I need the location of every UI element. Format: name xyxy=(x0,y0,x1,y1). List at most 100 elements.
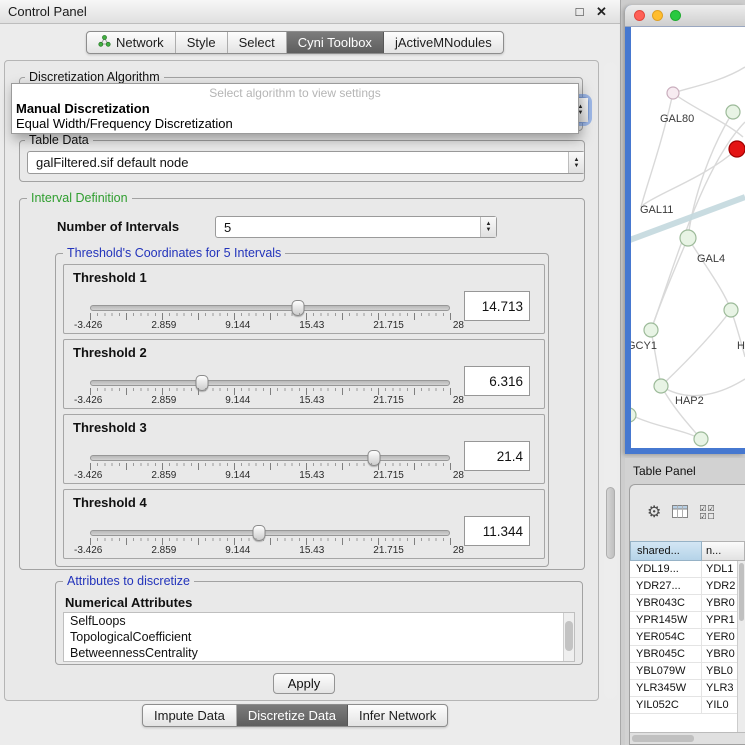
table-data-combobox[interactable]: galFiltered.sif default node ▲▼ xyxy=(27,151,585,174)
table-row[interactable]: YBR045C YBR0 xyxy=(630,646,737,663)
numerical-attributes-list[interactable]: SelfLoops TopologicalCoefficient Between… xyxy=(63,612,575,662)
cell[interactable]: YLR3 xyxy=(702,680,737,696)
apply-button[interactable]: Apply xyxy=(273,673,335,694)
scrollbar-thumb[interactable] xyxy=(632,735,694,742)
scale-tick-label: 21.715 xyxy=(373,320,404,331)
number-of-intervals-value: 5 xyxy=(216,220,480,235)
node[interactable] xyxy=(667,87,679,99)
combo-arrows-icon[interactable]: ▲▼ xyxy=(480,217,496,237)
gear-icon[interactable]: ⚙ xyxy=(647,505,661,521)
threshold-3-value-field[interactable]: 21.4 xyxy=(464,441,530,471)
table-vertical-scrollbar[interactable] xyxy=(737,561,745,732)
node[interactable] xyxy=(694,432,708,446)
table-row[interactable]: YDL19... YDL1 xyxy=(630,561,737,578)
table-row[interactable]: YDR27... YDR2 xyxy=(630,578,737,595)
threshold-3-slider[interactable] xyxy=(90,455,450,461)
table-body: YDL19... YDL1 YDR27... YDR2 YBR043C YBR0… xyxy=(630,561,737,732)
network-canvas[interactable]: GAL80 GAL11 GAL4 GCY1 HAP2 H xyxy=(631,27,745,448)
number-of-intervals-label: Number of Intervals xyxy=(57,219,179,234)
close-icon[interactable]: ✕ xyxy=(593,4,610,20)
node-label-clipped: H xyxy=(737,340,745,352)
tab-cyni-toolbox[interactable]: Cyni Toolbox xyxy=(287,32,384,53)
cell[interactable]: YBR0 xyxy=(702,646,737,662)
cell[interactable]: YER054C xyxy=(630,629,702,645)
close-traffic-light-icon[interactable] xyxy=(634,10,645,21)
cell[interactable]: YBR043C xyxy=(630,595,702,611)
dropdown-option-equal-width-frequency[interactable]: Equal Width/Frequency Discretization xyxy=(12,116,578,131)
table-row[interactable]: YIL052C YIL0 xyxy=(630,697,737,714)
table-horizontal-scrollbar[interactable] xyxy=(630,732,745,744)
dropdown-option-manual-discretization[interactable]: Manual Discretization xyxy=(12,101,578,116)
threshold-2-value-field[interactable]: 6.316 xyxy=(464,366,530,396)
table-row[interactable]: YBR043C YBR0 xyxy=(630,595,737,612)
threshold-1-value-field[interactable]: 14.713 xyxy=(464,291,530,321)
table-row[interactable]: YLR345W YLR3 xyxy=(630,680,737,697)
number-of-intervals-combobox[interactable]: 5 ▲▼ xyxy=(215,216,497,238)
selected-node[interactable] xyxy=(729,141,745,157)
tab-network[interactable]: Network xyxy=(87,32,176,53)
table-row[interactable]: YPR145W YPR1 xyxy=(630,612,737,629)
table-row[interactable]: YBL079W YBL0 xyxy=(630,663,737,680)
table-row[interactable]: YER054C YER0 xyxy=(630,629,737,646)
tab-style[interactable]: Style xyxy=(176,32,228,53)
zoom-traffic-light-icon[interactable] xyxy=(670,10,681,21)
threshold-1-slider[interactable] xyxy=(90,305,450,311)
column-header-shared-name[interactable]: shared... xyxy=(630,541,702,561)
scale-tick-label: 2.859 xyxy=(151,395,176,406)
threshold-2-slider[interactable] xyxy=(90,380,450,386)
cell[interactable]: YBR045C xyxy=(630,646,702,662)
tab-discretize-data[interactable]: Discretize Data xyxy=(237,705,348,726)
table-header-row: shared... n... xyxy=(630,541,745,561)
cell[interactable]: YBL079W xyxy=(630,663,702,679)
node[interactable] xyxy=(724,303,738,317)
attributes-list-scrollbar[interactable] xyxy=(563,613,574,661)
combo-arrows-icon[interactable]: ▲▼ xyxy=(568,152,584,173)
scale-tick-label: 28 xyxy=(453,470,464,481)
scale-tick-label: 15.43 xyxy=(299,545,324,556)
tab-infer-network[interactable]: Infer Network xyxy=(348,705,447,726)
list-item[interactable]: BetweennessCentrality xyxy=(64,645,574,661)
node[interactable] xyxy=(680,230,696,246)
cell[interactable]: YLR345W xyxy=(630,680,702,696)
node[interactable] xyxy=(654,379,668,393)
cell[interactable]: YDL19... xyxy=(630,561,702,577)
cell[interactable]: YBR0 xyxy=(702,595,737,611)
tab-select[interactable]: Select xyxy=(228,32,287,53)
cell[interactable]: YDR27... xyxy=(630,578,702,594)
threshold-4-slider[interactable] xyxy=(90,530,450,536)
select-columns-checkboxes-icon[interactable]: ☑☑☑☐ xyxy=(699,505,715,521)
cell[interactable]: YDR2 xyxy=(702,578,737,594)
cell[interactable]: YBL0 xyxy=(702,663,737,679)
node[interactable] xyxy=(644,323,658,337)
scrollbar-thumb[interactable] xyxy=(565,621,573,651)
tab-impute-data[interactable]: Impute Data xyxy=(143,705,237,726)
scale-tick-label: -3.426 xyxy=(74,470,102,481)
list-item[interactable]: SelfLoops xyxy=(64,613,574,629)
cell[interactable]: YPR145W xyxy=(630,612,702,628)
minimize-traffic-light-icon[interactable] xyxy=(652,10,663,21)
node[interactable] xyxy=(631,408,636,422)
scrollbar-thumb[interactable] xyxy=(739,563,744,621)
threshold-3-panel: Threshold 3 -3.426 2.859 9.144 15.43 21.… xyxy=(63,414,545,484)
tab-impute-data-label: Impute Data xyxy=(154,708,225,723)
scrollbar-thumb[interactable] xyxy=(606,487,615,559)
cell[interactable]: YER0 xyxy=(702,629,737,645)
control-panel-scrollbar[interactable] xyxy=(604,62,617,699)
table-data-combobox-value: galFiltered.sif default node xyxy=(28,155,568,170)
network-window-titlebar[interactable] xyxy=(625,5,745,27)
node[interactable] xyxy=(726,105,740,119)
tab-jactivemnodules[interactable]: jActiveMNodules xyxy=(384,32,503,53)
cell[interactable]: YDL1 xyxy=(702,561,737,577)
threshold-4-value-field[interactable]: 11.344 xyxy=(464,516,530,546)
list-item[interactable]: TopologicalCoefficient xyxy=(64,629,574,645)
cell[interactable]: YPR1 xyxy=(702,612,737,628)
attributes-group-label: Attributes to discretize xyxy=(63,574,194,588)
columns-icon[interactable] xyxy=(672,505,688,521)
apply-button-label: Apply xyxy=(288,676,321,691)
cell[interactable]: YIL0 xyxy=(702,697,737,713)
bottom-tabbar: Impute Data Discretize Data Infer Networ… xyxy=(142,704,448,727)
float-window-icon[interactable]: □ xyxy=(571,4,588,19)
column-header-name[interactable]: n... xyxy=(702,541,745,561)
cell[interactable]: YIL052C xyxy=(630,697,702,713)
tab-style-label: Style xyxy=(187,35,216,50)
